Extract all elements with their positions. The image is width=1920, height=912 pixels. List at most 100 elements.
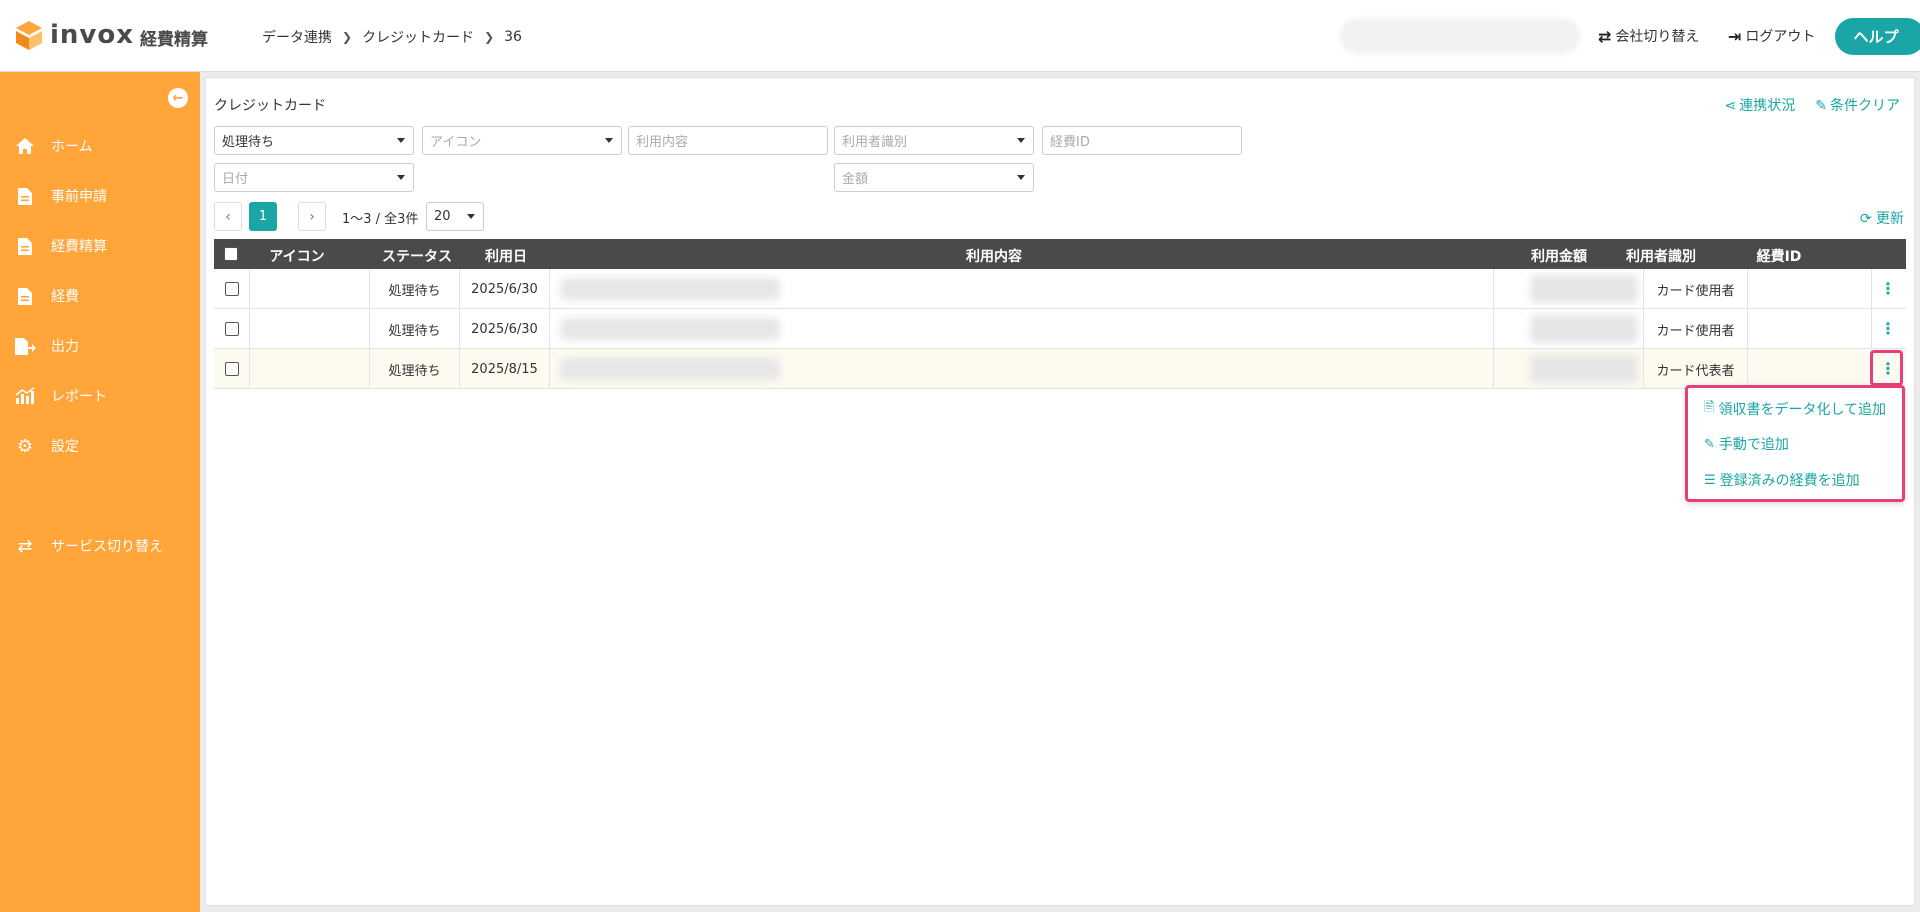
expense-id-input[interactable]: 経費ID	[1042, 126, 1242, 155]
status-select-value: 処理待ち	[222, 135, 275, 150]
prev-page-button[interactable]: ‹	[214, 202, 242, 231]
logout-button[interactable]: ⇥ ログアウト	[1728, 26, 1815, 46]
switch-company-button[interactable]: ⇄ 会社切り替え	[1598, 26, 1699, 46]
sidebar-item-pre-application[interactable]: 事前申請	[0, 178, 200, 214]
row-icon-cell	[250, 349, 370, 389]
row-date: 2025/6/30	[460, 269, 550, 309]
caret-down-icon	[467, 214, 475, 219]
content-input[interactable]: 利用内容	[628, 126, 828, 155]
row-expense-id	[1748, 269, 1872, 309]
logo-mark-icon	[14, 19, 44, 51]
top-links: ⋖ 連携状況 ✎ 条件クリア	[1725, 95, 1900, 115]
per-page-select[interactable]: 20	[426, 202, 484, 231]
current-page-button[interactable]: 1	[249, 202, 277, 231]
logo-text: invox	[50, 20, 135, 50]
sidebar-item-settings[interactable]: ⚙ 設定	[0, 428, 200, 464]
receipt-icon: 🖹	[1704, 400, 1715, 415]
switch-icon: ⇄	[17, 535, 33, 557]
table-header: アイコン ステータス 利用日 利用内容 利用金額 利用者識別 経費ID	[214, 239, 1906, 269]
logo-subtitle: 経費精算	[140, 29, 209, 50]
menu-item-manual-add[interactable]: ✎ 手動で追加	[1704, 434, 1789, 454]
sidebar-item-service-switch[interactable]: ⇄ サービス切り替え	[0, 528, 200, 564]
logout-label: ログアウト	[1745, 29, 1816, 45]
pager-info: 1〜3 / 全3件	[342, 212, 419, 227]
breadcrumb-item: 36	[504, 29, 522, 45]
row-user: カード代表者	[1644, 349, 1748, 389]
refresh-button[interactable]: ⟳ 更新	[1860, 208, 1904, 228]
date-select[interactable]: 日付	[214, 163, 414, 192]
menu-item-label: 登録済みの経費を追加	[1719, 473, 1860, 489]
row-content	[550, 349, 1494, 389]
menu-item-receipt-digitize[interactable]: 🖹 領収書をデータ化して追加	[1704, 398, 1886, 420]
main-panel: クレジットカード ⋖ 連携状況 ✎ 条件クリア 処理待ち アイコン 利用内容 利用者…	[205, 77, 1915, 906]
chevron-right-icon: ❯	[342, 30, 353, 44]
col-header-user[interactable]: 利用者識別	[1606, 246, 1716, 266]
sidebar-item-expense-settlement[interactable]: 経費精算	[0, 228, 200, 264]
sidebar-item-label: 経費	[51, 289, 79, 305]
row-checkbox[interactable]	[224, 322, 239, 336]
help-button[interactable]: ヘルプ	[1835, 18, 1920, 55]
col-header-icon[interactable]: アイコン	[250, 246, 344, 266]
row-icon-cell	[250, 269, 370, 309]
sidebar-item-expenses[interactable]: 経費	[0, 278, 200, 314]
sidebar: ← ホーム 事前申請 経費精算 経費 出力 レポート ⚙ 設定 ⇄ サービス切り…	[0, 72, 200, 912]
row-expense-id	[1748, 309, 1872, 349]
refresh-icon: ⟳	[1859, 211, 1872, 227]
document-icon	[13, 237, 37, 256]
date-select-placeholder: 日付	[222, 172, 249, 187]
icon-select[interactable]: アイコン	[422, 126, 622, 155]
account-selector[interactable]	[1340, 18, 1580, 54]
row-checkbox[interactable]	[224, 362, 239, 376]
breadcrumb-item[interactable]: クレジットカード	[362, 27, 474, 47]
col-header-expense-id[interactable]: 経費ID	[1734, 246, 1824, 266]
col-header-status[interactable]: ステータス	[374, 246, 460, 266]
sidebar-item-label: ホーム	[51, 139, 93, 155]
caret-down-icon	[605, 138, 613, 143]
row-content	[550, 309, 1494, 349]
user-select[interactable]: 利用者識別	[834, 126, 1034, 155]
expense-id-placeholder: 経費ID	[1050, 135, 1090, 150]
switch-company-label: 会社切り替え	[1615, 29, 1700, 45]
sync-status-link[interactable]: ⋖ 連携状況	[1725, 95, 1796, 115]
amount-select[interactable]: 金額	[834, 163, 1034, 192]
content-input-placeholder: 利用内容	[636, 135, 689, 150]
sidebar-item-report[interactable]: レポート	[0, 378, 200, 414]
clear-filters-link[interactable]: ✎ 条件クリア	[1815, 95, 1900, 115]
menu-item-add-registered[interactable]: ☰ 登録済みの経費を追加	[1704, 470, 1860, 490]
row-expense-id	[1748, 349, 1872, 389]
row-amount	[1494, 309, 1644, 349]
caret-down-icon	[1017, 175, 1025, 180]
pencil-icon: ✎	[1704, 436, 1715, 452]
page-title: クレジットカード	[214, 98, 326, 114]
sidebar-item-output[interactable]: 出力	[0, 328, 200, 364]
sidebar-item-label: サービス切り替え	[51, 539, 163, 555]
home-icon	[13, 137, 37, 155]
table-row[interactable]: 処理待ち 2025/8/15 カード代表者 ⋮	[214, 349, 1906, 389]
col-header-content[interactable]: 利用内容	[554, 246, 1434, 266]
user-select-placeholder: 利用者識別	[842, 135, 908, 150]
table-row[interactable]: 処理待ち 2025/6/30 カード使用者 ⋮	[214, 309, 1906, 349]
collapse-sidebar-icon[interactable]: ←	[168, 88, 188, 108]
chevron-right-icon: ❯	[484, 30, 495, 44]
row-date: 2025/6/30	[460, 309, 550, 349]
breadcrumb-item[interactable]: データ連携	[262, 27, 332, 47]
sidebar-item-home[interactable]: ホーム	[0, 128, 200, 164]
amount-select-placeholder: 金額	[842, 172, 869, 187]
caret-down-icon	[397, 175, 405, 180]
app-logo[interactable]: invox 経費精算	[14, 19, 208, 51]
app-header: invox 経費精算 データ連携 ❯ クレジットカード ❯ 36 ⇄ 会社切り替…	[0, 0, 1920, 72]
col-header-date[interactable]: 利用日	[458, 246, 554, 266]
clear-filters-label: 条件クリア	[1830, 98, 1900, 114]
next-page-button[interactable]: ›	[298, 202, 326, 231]
chart-icon	[13, 387, 37, 405]
row-menu-icon[interactable]: ⋮	[1880, 281, 1896, 297]
row-icon-cell	[250, 309, 370, 349]
per-page-value: 20	[434, 209, 451, 224]
table-row[interactable]: 処理待ち 2025/6/30 カード使用者 ⋮	[214, 269, 1906, 309]
row-menu-icon[interactable]: ⋮	[1880, 321, 1896, 337]
col-header-amount[interactable]: 利用金額	[1514, 246, 1604, 266]
select-all-checkbox[interactable]	[224, 247, 238, 261]
sidebar-item-label: レポート	[51, 389, 107, 405]
row-checkbox[interactable]	[224, 282, 239, 296]
status-select[interactable]: 処理待ち	[214, 126, 414, 155]
